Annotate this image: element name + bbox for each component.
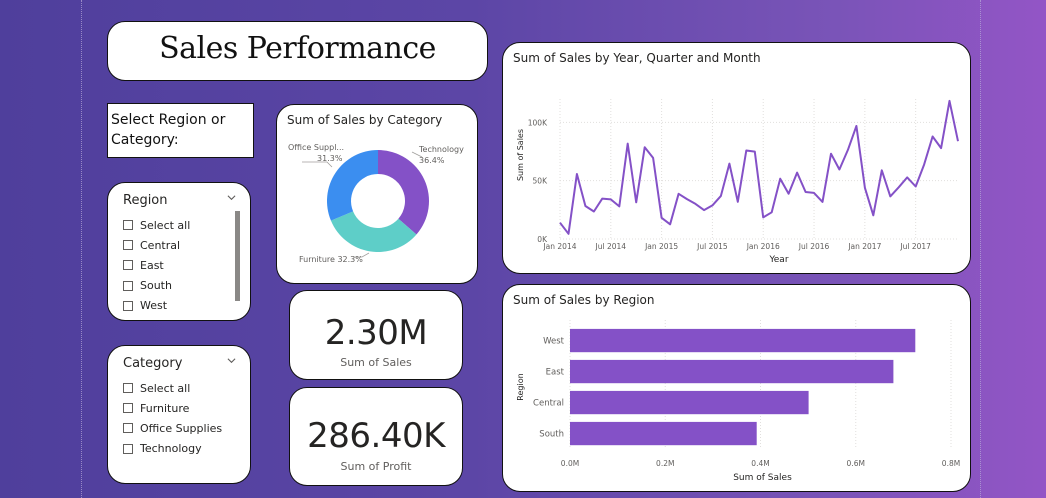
x-tick-label: Jul 2016: [798, 242, 830, 251]
category-slicer-title: Category: [123, 356, 183, 371]
region-option-east[interactable]: East: [123, 255, 190, 275]
sales-region-bar-chart: 0.0M 0.2M 0.4M 0.6M 0.8M West East Central South…: [516, 320, 960, 483]
checkbox[interactable]: [123, 300, 133, 311]
sales-line-chart-card: Sum of Sales by Year, Quarter and Month …: [502, 42, 971, 274]
category-label: South: [539, 430, 564, 440]
kpi-profit-value: 286.40K: [307, 416, 445, 456]
guide-line-left: [81, 0, 82, 498]
select-prompt-box: Select Region or Category:: [107, 103, 254, 158]
x-tick-label: Jul 2015: [696, 242, 728, 251]
option-label: Office Supplies: [140, 421, 223, 435]
region-slicer: Region Select all Central East South Wes…: [107, 182, 251, 321]
checkbox[interactable]: [123, 423, 133, 434]
page-title: Sales Performance: [159, 31, 436, 66]
x-tick-label: Jan 2015: [644, 242, 678, 251]
kpi-sales-value: 2.30M: [324, 313, 428, 353]
y-tick-label: 50K: [533, 177, 549, 186]
checkbox[interactable]: [123, 240, 133, 251]
x-tick-label: 0.4M: [751, 459, 769, 468]
x-tick-label: 0.8M: [942, 459, 960, 468]
region-option-south[interactable]: South: [123, 276, 190, 296]
category-list: Select all Furniture Office Supplies Tec…: [123, 378, 222, 459]
checkbox[interactable]: [123, 443, 133, 454]
sales-series-line[interactable]: [559, 99, 959, 235]
checkbox[interactable]: [123, 383, 133, 394]
checkbox[interactable]: [123, 403, 133, 414]
category-label: Central: [533, 399, 564, 409]
checkbox[interactable]: [123, 260, 133, 271]
select-prompt-text: Select Region or Category:: [111, 112, 226, 148]
region-option-west[interactable]: West: [123, 296, 190, 316]
x-tick-label: Jan 2016: [746, 242, 780, 251]
y-axis-title: Sum of Sales: [516, 129, 525, 181]
chevron-down-icon[interactable]: [227, 193, 236, 202]
donut-label-office-pct: 31.3%: [317, 154, 343, 163]
x-tick-label: Jul 2014: [595, 242, 627, 251]
category-option-office-supplies[interactable]: Office Supplies: [123, 418, 222, 438]
region-list: Select all Central East South West: [123, 215, 190, 316]
x-tick-label: Jan 2017: [847, 242, 881, 251]
bar-central[interactable]: [570, 390, 809, 415]
x-tick-label: 0.2M: [656, 459, 674, 468]
x-axis-title: Year: [768, 255, 788, 265]
bar-east[interactable]: [570, 359, 894, 384]
kpi-sales-label: Sum of Sales: [340, 356, 412, 369]
category-option-select-all[interactable]: Select all: [123, 378, 222, 398]
sales-region-bar-card: Sum of Sales by Region 0.0M 0.2M 0.4M 0.6M 0…: [502, 284, 971, 492]
category-label: East: [546, 368, 565, 378]
category-option-furniture[interactable]: Furniture: [123, 398, 222, 418]
option-label: Furniture: [140, 401, 190, 415]
region-slicer-title: Region: [123, 193, 168, 208]
x-axis-title: Sum of Sales: [733, 473, 792, 483]
option-label: Technology: [140, 442, 202, 456]
category-label: West: [543, 337, 565, 347]
category-donut-card: Sum of Sales by Category Office Suppl...…: [276, 104, 478, 284]
option-label: Select all: [140, 218, 191, 232]
bar-south[interactable]: [570, 421, 757, 446]
region-option-select-all[interactable]: Select all: [123, 215, 190, 235]
option-label: East: [140, 258, 164, 272]
bar-west[interactable]: [570, 328, 916, 353]
chevron-down-icon[interactable]: [227, 356, 236, 365]
y-tick-label: 100K: [528, 118, 548, 127]
option-label: South: [140, 279, 172, 293]
kpi-profit-card: 286.40K Sum of Profit: [289, 387, 463, 486]
x-tick-label: Jan 2014: [542, 242, 576, 251]
kpi-sales-card: 2.30M Sum of Sales: [289, 290, 463, 380]
kpi-profit-label: Sum of Profit: [340, 460, 412, 473]
checkbox[interactable]: [123, 280, 133, 291]
donut-label-tech-name: Technology: [418, 145, 464, 154]
donut-label-tech-pct: 36.4%: [419, 156, 445, 165]
sales-line-chart: 0K50K100KJan 2014 Jul 2014 Jan 2015 Jul 201…: [516, 99, 959, 265]
y-axis-title: Region: [516, 373, 525, 400]
checkbox[interactable]: [123, 220, 133, 231]
category-option-technology[interactable]: Technology: [123, 439, 222, 459]
region-scrollbar[interactable]: [235, 211, 240, 301]
guide-line-right: [980, 0, 981, 498]
donut-label-furniture: Furniture 32.3%: [299, 255, 363, 264]
option-label: Select all: [140, 381, 191, 395]
category-donut-chart: Office Suppl... 31.3% Technology 36.4% F…: [288, 143, 464, 264]
region-option-central[interactable]: Central: [123, 235, 190, 255]
x-tick-label: Jul 2017: [899, 242, 931, 251]
option-label: West: [140, 299, 168, 313]
donut-label-office-name: Office Suppl...: [288, 143, 344, 152]
x-tick-label: 0.6M: [847, 459, 865, 468]
title-card: Sales Performance: [107, 21, 488, 81]
option-label: Central: [140, 238, 181, 252]
category-slicer: Category Select all Furniture Office Sup…: [107, 345, 251, 484]
x-tick-label: 0.0M: [561, 459, 579, 468]
